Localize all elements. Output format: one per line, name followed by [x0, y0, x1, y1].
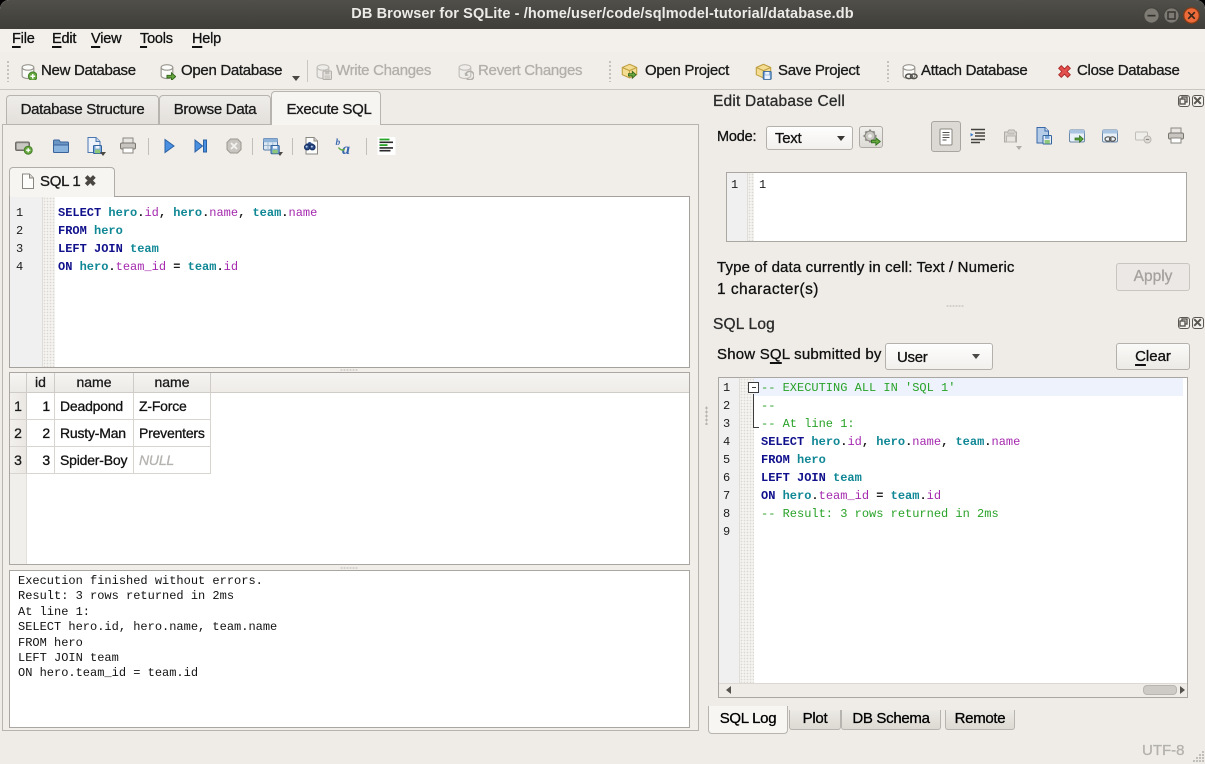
svg-text:b: b: [336, 138, 341, 148]
svg-text:a: a: [342, 141, 350, 156]
